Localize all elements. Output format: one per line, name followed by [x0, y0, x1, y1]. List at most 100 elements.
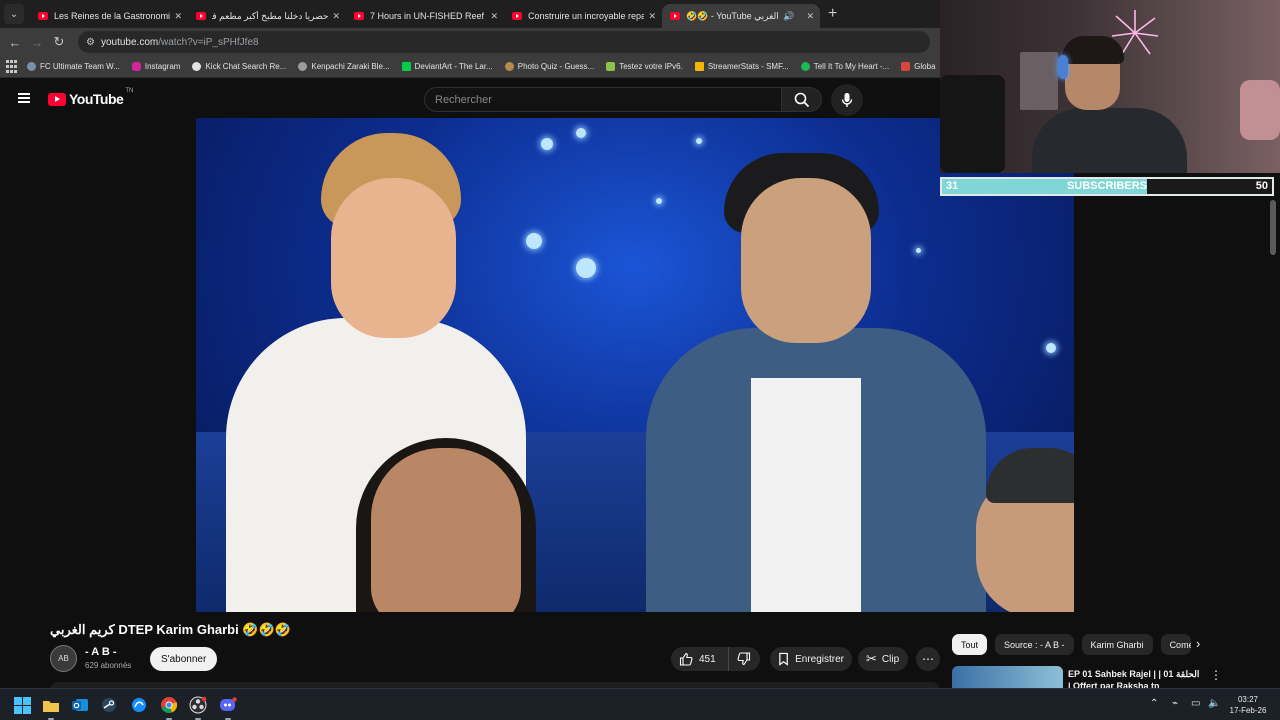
channel-subscriber-count: 629 abonnés [85, 661, 132, 670]
backdrop-star [696, 138, 702, 144]
channel-name[interactable]: - A B - [85, 646, 117, 658]
bookmark[interactable]: StreamerStats - SMF... [694, 62, 789, 71]
backdrop-star [541, 138, 553, 150]
reload-icon[interactable]: ↻ [48, 34, 70, 50]
browser-tab[interactable]: 7 Hours in UN-FISHED Reef Ho ✕ [346, 4, 504, 28]
forward-arrow-icon[interactable]: → [26, 35, 48, 50]
tab-close-icon[interactable]: ✕ [490, 11, 498, 22]
search-box [424, 87, 782, 112]
youtube-favicon-icon [670, 12, 680, 20]
chrome-icon[interactable] [160, 696, 178, 720]
save-label: Enregistrer [795, 653, 844, 665]
page-scrollbar[interactable] [1270, 200, 1276, 255]
browser-toolbar: ← → ↻ ⚙ youtube.com/watch?v=iP_sPHfJfe8 [0, 28, 940, 56]
dislike-button[interactable] [729, 647, 759, 671]
bookmark[interactable]: DeviantArt - The Lar... [401, 62, 493, 71]
bookmark-label: Globa [914, 62, 936, 71]
apps-grid-icon[interactable] [6, 59, 17, 74]
more-actions-button[interactable]: ⋯ [916, 647, 940, 671]
more-vertical-icon[interactable]: ⋮ [1210, 668, 1222, 682]
backdrop-star [1046, 343, 1056, 353]
recommended-video-thumbnail[interactable] [952, 666, 1063, 688]
system-clock[interactable]: 03:27 17-Feb-26 [1226, 694, 1270, 716]
browser-tab[interactable]: حصريا دخلنا مطبخ أكبر مطعم فـ ✕ [188, 4, 346, 28]
like-dislike-group: 451 [671, 647, 760, 671]
site-info-icon[interactable]: ⚙ [86, 37, 95, 48]
bookmark-label: Kick Chat Search Re... [205, 62, 287, 71]
voice-search-button[interactable] [831, 84, 863, 116]
browser-tab-active[interactable]: 🤣🤣 - YouTube كريم الغربي 🔊 ✕ [662, 4, 820, 28]
subscriber-goal-bar: 31 SUBSCRIBERS 50 [940, 177, 1274, 196]
chip-comedy[interactable]: Comé [1160, 634, 1191, 655]
bookmark[interactable]: Kenpachi Zaraki Ble... [298, 62, 390, 71]
bookmark-label: Kenpachi Zaraki Ble... [311, 62, 390, 71]
display-icon[interactable]: ▭ [1191, 698, 1200, 709]
battlenet-icon[interactable] [130, 696, 148, 714]
menu-icon[interactable] [18, 93, 30, 103]
youtube-logo[interactable]: YouTube TN [48, 88, 133, 107]
clock-time: 03:27 [1237, 695, 1259, 704]
new-tab-plus-icon[interactable]: + [828, 5, 837, 23]
search-input[interactable] [435, 93, 781, 106]
windows-start-icon[interactable] [13, 696, 31, 714]
bookmark[interactable]: Kick Chat Search Re... [192, 62, 286, 71]
channel-avatar[interactable]: AB [50, 645, 77, 672]
recommended-video[interactable]: EP 01 Sahbek Rajel | | 01 الحلقة | Offer… [952, 666, 1272, 688]
browser-tab[interactable]: Construire un incroyable repaire ✕ [504, 4, 662, 28]
bookmark[interactable]: Globa [901, 62, 936, 71]
bookmark-favicon-icon [606, 62, 616, 71]
chip-source[interactable]: Source : - A B - [995, 634, 1074, 655]
bookmark[interactable]: Instagram [131, 62, 181, 71]
save-button[interactable]: Enregistrer [770, 647, 852, 671]
bookmark-label: Instagram [144, 62, 181, 71]
outlook-icon[interactable] [71, 696, 89, 714]
gaming-chair [940, 75, 1005, 173]
bookmark-favicon-icon [504, 62, 514, 71]
screen: ⌄ Les Reines de la Gastronomie d ✕ حصريا… [0, 0, 1280, 720]
backdrop-star [526, 233, 542, 249]
discord-icon[interactable] [219, 696, 237, 720]
address-bar[interactable]: ⚙ youtube.com/watch?v=iP_sPHfJfe8 [78, 31, 930, 53]
subscriber-goal-target: 50 [1255, 180, 1268, 192]
guest-woman-front-face [371, 448, 521, 612]
volume-icon[interactable]: 🔈 [1208, 698, 1220, 709]
tab-search-chevron-icon[interactable]: ⌄ [4, 4, 24, 24]
bookmark[interactable]: Testez votre IPv6. [606, 62, 683, 71]
tab-close-icon[interactable]: ✕ [332, 11, 340, 22]
browser-tab[interactable]: Les Reines de la Gastronomie d ✕ [30, 4, 188, 28]
bookmark-favicon-icon [298, 62, 308, 71]
back-arrow-icon[interactable]: ← [4, 35, 26, 50]
youtube-favicon-icon [196, 12, 206, 20]
tab-close-icon[interactable]: ✕ [174, 11, 182, 22]
streamer-body [1032, 108, 1187, 173]
obs-icon[interactable] [189, 696, 207, 720]
speaker-icon[interactable]: 🔊 [783, 11, 794, 22]
chip-karim-gharbi[interactable]: Karim Gharbi [1081, 634, 1153, 655]
youtube-favicon-icon [354, 12, 364, 20]
guest-man-face [741, 178, 871, 343]
network-icon[interactable]: ⌁ [1172, 698, 1178, 709]
bookmark-favicon-icon [27, 62, 36, 71]
clock-date: 17-Feb-26 [1229, 706, 1267, 715]
tray-chevron-up-icon[interactable]: ⌃ [1150, 698, 1158, 709]
like-button[interactable]: 451 [671, 647, 729, 671]
search-button[interactable] [782, 87, 822, 112]
chevron-right-icon[interactable]: › [1196, 636, 1200, 651]
chip-all[interactable]: Tout [952, 634, 988, 655]
tab-title: Les Reines de la Gastronomie d [54, 11, 171, 21]
like-count: 451 [699, 653, 716, 665]
tab-close-icon[interactable]: ✕ [806, 11, 814, 22]
bookmark-favicon-icon [192, 62, 202, 71]
spotify-icon [800, 62, 810, 71]
file-explorer-icon[interactable] [42, 696, 60, 720]
guest-man-tshirt [751, 378, 861, 612]
bookmark[interactable]: Tell It To My Heart -... [800, 62, 889, 71]
bookmark[interactable]: FC Ultimate Team W... [27, 62, 120, 71]
tab-close-icon[interactable]: ✕ [648, 11, 656, 22]
steam-icon[interactable] [100, 696, 118, 714]
bookmark-icon [779, 652, 788, 666]
subscribe-button[interactable]: S'abonner [150, 647, 218, 671]
clip-button[interactable]: ✂ Clip [858, 647, 908, 671]
bookmark[interactable]: Photo Quiz - Guess... [504, 62, 594, 71]
recommended-video-title-line: | Offert par Raksha tn [1068, 681, 1160, 688]
